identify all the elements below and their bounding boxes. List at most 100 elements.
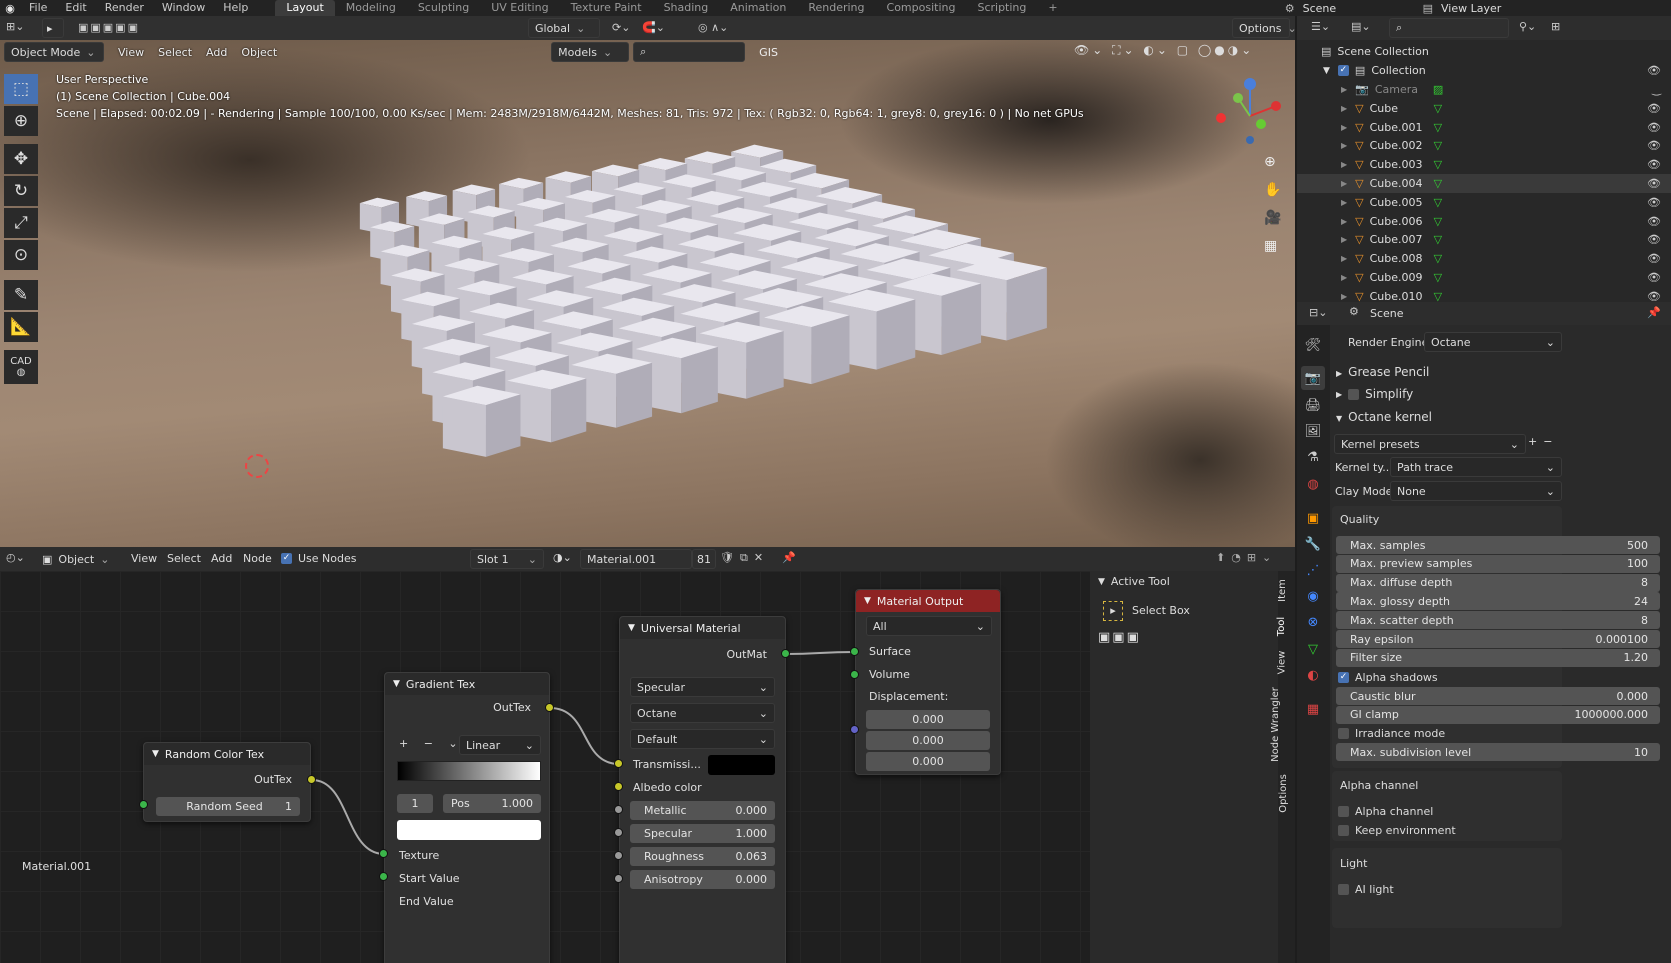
expand-icon[interactable]: ▶: [1341, 179, 1347, 188]
select-mode-buttons[interactable]: ▣▣▣: [1098, 630, 1141, 645]
transform-orientation-dropdown[interactable]: Global: [528, 18, 600, 38]
expand-icon[interactable]: ▶: [1341, 160, 1347, 169]
properties-type-icon[interactable]: ⊟⌄: [1309, 306, 1327, 319]
output-tab-icon[interactable]: 🖨: [1301, 393, 1325, 417]
expand-icon[interactable]: ▶: [1341, 235, 1347, 244]
collapse-icon[interactable]: ▼: [152, 749, 159, 759]
expand-icon[interactable]: ▶: [1341, 104, 1347, 113]
eye-icon[interactable]: 👁: [1647, 290, 1661, 302]
view-layer-selector[interactable]: View Layer: [1441, 2, 1671, 15]
gradient-start-socket[interactable]: [379, 872, 388, 881]
stop-color-swatch[interactable]: [397, 820, 541, 840]
eye-icon[interactable]: 👁: [1647, 233, 1661, 246]
3d-viewport[interactable]: Object Mode View Select Add Object Model…: [0, 40, 1295, 580]
outliner-item-cube-005[interactable]: ▶ ▽ Cube.005 ▽ 👁: [1297, 193, 1671, 212]
collapse-icon[interactable]: ▼: [628, 623, 635, 633]
tab-compositing[interactable]: Compositing: [876, 0, 967, 16]
metallic-field[interactable]: Metallic 0.000: [630, 801, 775, 820]
random-seed-socket[interactable]: [139, 800, 148, 809]
ortho-grid-icon[interactable]: ▦: [1264, 238, 1277, 254]
modifier-tab-icon[interactable]: 🔧: [1301, 532, 1325, 556]
select-tool-icon[interactable]: ▸: [42, 18, 64, 38]
physics-tab-icon[interactable]: ◉: [1301, 584, 1325, 608]
node-menu-add[interactable]: Add: [211, 552, 232, 565]
default-mode-dropdown[interactable]: Default ⌄: [630, 729, 775, 749]
active-tool-panel-header[interactable]: ▼ Active Tool: [1098, 575, 1170, 588]
collapse-icon[interactable]: ▼: [393, 679, 400, 689]
outliner-item-cube[interactable]: ▶ ▽ Cube ▽ 👁: [1297, 99, 1671, 118]
expand-icon[interactable]: ▶: [1341, 273, 1347, 282]
slot-dropdown[interactable]: Slot 1: [470, 549, 544, 569]
stop-pos-field[interactable]: Pos 1.000: [443, 794, 541, 813]
node-menu-view[interactable]: View: [131, 552, 157, 565]
tab-item[interactable]: Item: [1277, 579, 1288, 602]
octane-mode-dropdown[interactable]: Octane ⌄: [630, 703, 775, 723]
clay-mode-dropdown[interactable]: None ⌄: [1390, 481, 1562, 501]
tab-modeling[interactable]: Modeling: [335, 0, 407, 16]
material-name-field[interactable]: Material.001: [580, 549, 692, 569]
menu-help[interactable]: Help: [214, 0, 257, 16]
irradiance-mode-checkbox[interactable]: Irradiance mode: [1338, 727, 1445, 740]
filter-icon[interactable]: ⚲⌄: [1519, 20, 1536, 33]
roughness-field[interactable]: Roughness 0.063: [630, 847, 775, 866]
outliner-item-cube-010[interactable]: ▶ ▽ Cube.010 ▽ 👁: [1297, 287, 1671, 302]
3d-cursor-icon[interactable]: [245, 454, 269, 478]
pan-hand-icon[interactable]: ✋: [1264, 182, 1281, 198]
albedo-socket[interactable]: [614, 782, 623, 791]
quality-field-4[interactable]: Max. scatter depth 8: [1336, 611, 1660, 630]
add-remove-stop-icons[interactable]: + − ⌄: [399, 737, 464, 750]
render-engine-dropdown[interactable]: Octane ⌄: [1424, 332, 1562, 352]
options-dropdown[interactable]: Options: [1232, 18, 1290, 38]
octane-kernel-panel[interactable]: ▼ Octane kernel: [1336, 410, 1432, 424]
output-target-dropdown[interactable]: All ⌄: [866, 616, 992, 636]
material-tab-icon[interactable]: ◐: [1301, 663, 1325, 687]
specular-field[interactable]: Specular 1.000: [630, 824, 775, 843]
eye-icon[interactable]: 👁: [1647, 196, 1661, 209]
kernel-type-dropdown[interactable]: Path trace ⌄: [1390, 457, 1562, 477]
expand-icon[interactable]: ▶: [1341, 85, 1347, 94]
material-browse-icon[interactable]: ◑⌄: [553, 551, 572, 564]
outliner-item-cube-001[interactable]: ▶ ▽ Cube.001 ▽ 👁: [1297, 118, 1671, 137]
preset-add-remove-icons[interactable]: +−: [1528, 435, 1558, 448]
view-layer-tab-icon[interactable]: 🖼: [1301, 419, 1325, 443]
displacement-z-field[interactable]: 0.000: [866, 752, 990, 771]
tab-layout[interactable]: Layout: [275, 0, 335, 16]
anisotropy-field[interactable]: Anisotropy 0.000: [630, 870, 775, 889]
new-collection-icon[interactable]: ⊞: [1551, 20, 1560, 33]
random-color-tex-node[interactable]: ▼ Random Color Tex OutTex Random Seed 1: [143, 742, 311, 822]
tab-rendering[interactable]: Rendering: [797, 0, 875, 16]
specular-socket[interactable]: [614, 828, 623, 837]
eye-icon[interactable]: 👁: [1647, 252, 1661, 265]
scene-tab-icon[interactable]: ⚗: [1301, 445, 1325, 469]
kernel-presets-dropdown[interactable]: Kernel presets ⌄: [1334, 434, 1526, 454]
tab-uv-editing[interactable]: UV Editing: [480, 0, 559, 16]
transmission-color-swatch[interactable]: [708, 755, 775, 775]
tab-sculpting[interactable]: Sculpting: [407, 0, 480, 16]
alpha-shadows-checkbox[interactable]: ✓ Alpha shadows: [1338, 671, 1438, 684]
quality-header[interactable]: Quality: [1340, 513, 1379, 526]
displacement-socket[interactable]: [850, 725, 859, 734]
pivot-icon[interactable]: ⟳⌄: [612, 21, 630, 34]
particles-tab-icon[interactable]: ⋰: [1301, 558, 1325, 582]
quality-field-5[interactable]: Ray epsilon 0.000100: [1336, 630, 1660, 648]
add-workspace-button[interactable]: +: [1037, 0, 1068, 16]
metallic-socket[interactable]: [614, 805, 623, 814]
simplify-panel[interactable]: ▶ Simplify: [1336, 387, 1413, 401]
menu-file[interactable]: File: [20, 0, 56, 16]
random-seed-field[interactable]: Random Seed 1: [156, 797, 300, 816]
node-editor[interactable]: ▼ Random Color Tex OutTex Random Seed 1 ▼ G…: [0, 571, 1090, 963]
menu-render[interactable]: Render: [96, 0, 153, 16]
gradient-texture-socket[interactable]: [379, 849, 388, 858]
outliner-item-cube-003[interactable]: ▶ ▽ Cube.003 ▽ 👁: [1297, 155, 1671, 174]
node-header-right-icons[interactable]: ⬆◔⊞⌄: [1216, 551, 1277, 564]
volume-socket[interactable]: [850, 670, 859, 679]
tab-view[interactable]: View: [1276, 651, 1287, 675]
constraints-tab-icon[interactable]: ⊗: [1301, 610, 1325, 634]
tab-node-wrangler[interactable]: Node Wrangler: [1270, 687, 1281, 762]
surface-socket[interactable]: [850, 647, 859, 656]
anisotropy-socket[interactable]: [614, 874, 623, 883]
quality-field-2[interactable]: Max. diffuse depth 8: [1336, 573, 1660, 592]
collapse-icon[interactable]: ▼: [864, 596, 871, 606]
shader-type-dropdown[interactable]: ▣ Object: [36, 549, 118, 569]
roughness-socket[interactable]: [614, 851, 623, 860]
